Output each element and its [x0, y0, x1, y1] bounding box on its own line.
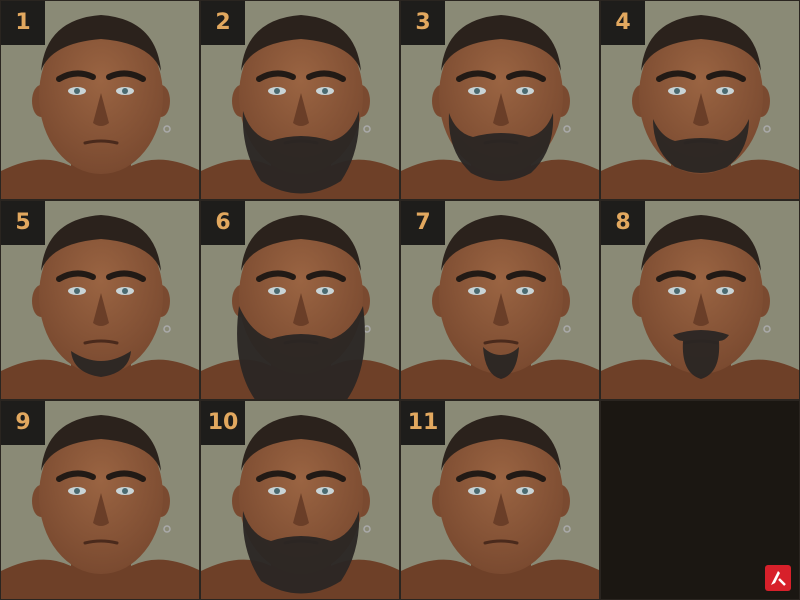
variant-number: 9 — [1, 401, 45, 445]
right-iris — [522, 88, 528, 94]
variant-tile[interactable]: 6 — [200, 200, 400, 400]
variant-tile[interactable]: 2 — [200, 0, 400, 200]
right-iris — [122, 88, 128, 94]
variant-tile[interactable]: 3 — [400, 0, 600, 200]
variant-number: 1 — [1, 1, 45, 45]
left-iris — [474, 288, 480, 294]
right-iris — [322, 88, 328, 94]
right-iris — [322, 488, 328, 494]
left-iris — [74, 488, 80, 494]
right-iris — [522, 488, 528, 494]
variant-number: 2 — [201, 1, 245, 45]
left-iris — [674, 88, 680, 94]
left-iris — [74, 288, 80, 294]
right-iris — [122, 488, 128, 494]
variant-number: 8 — [601, 201, 645, 245]
right-iris — [522, 288, 528, 294]
left-iris — [674, 288, 680, 294]
variant-tile[interactable]: 9 — [0, 400, 200, 600]
variant-number: 3 — [401, 1, 445, 45]
left-iris — [274, 288, 280, 294]
brand-logo-icon[interactable] — [765, 565, 791, 591]
variant-tile[interactable]: 1 — [0, 0, 200, 200]
variant-tile[interactable]: 4 — [600, 0, 800, 200]
variant-tile[interactable]: 8 — [600, 200, 800, 400]
right-iris — [122, 288, 128, 294]
variant-number: 10 — [201, 401, 245, 445]
empty-texture-tile — [600, 400, 800, 600]
variant-number: 6 — [201, 201, 245, 245]
variant-tile[interactable]: 10 — [200, 400, 400, 600]
left-iris — [474, 88, 480, 94]
variant-tile[interactable]: 7 — [400, 200, 600, 400]
variant-number: 4 — [601, 1, 645, 45]
variant-tile[interactable]: 5 — [0, 200, 200, 400]
variant-number: 5 — [1, 201, 45, 245]
left-iris — [274, 88, 280, 94]
left-iris — [474, 488, 480, 494]
right-iris — [322, 288, 328, 294]
variant-tile[interactable]: 11 — [400, 400, 600, 600]
beard-variant-grid: 1 2 3 4 5 6 7 8 9 10 11 — [0, 0, 800, 600]
left-iris — [74, 88, 80, 94]
left-iris — [274, 488, 280, 494]
right-iris — [722, 288, 728, 294]
variant-number: 7 — [401, 201, 445, 245]
right-iris — [722, 88, 728, 94]
variant-number: 11 — [401, 401, 445, 445]
